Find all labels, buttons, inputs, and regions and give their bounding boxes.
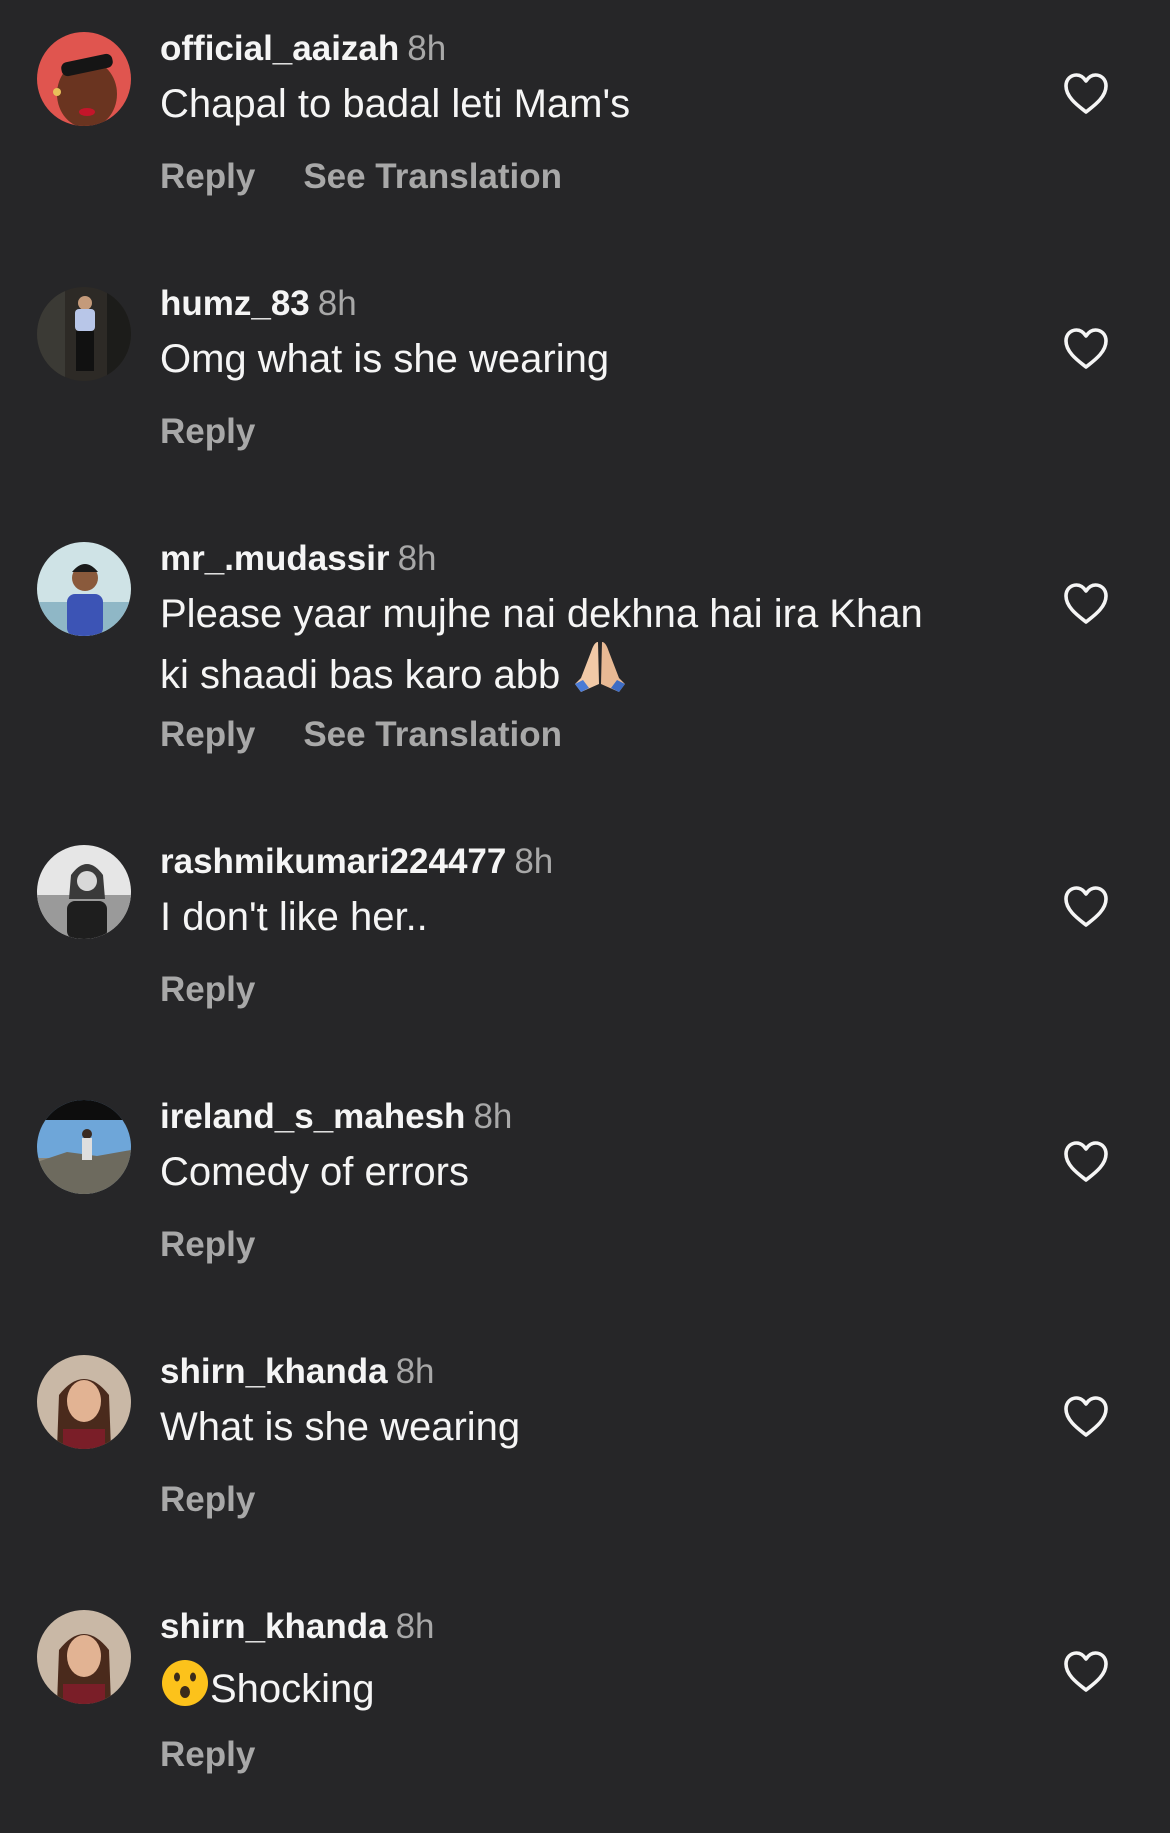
comment-text: Please yaar mujhe nai dekhna hai ira Kha…	[160, 590, 980, 699]
heart-outline-icon[interactable]	[1062, 1140, 1110, 1184]
comment-header: humz_83 8h	[160, 283, 357, 325]
comment-text: What is she wearing	[160, 1405, 521, 1449]
reply-button[interactable]: Reply	[160, 1224, 255, 1266]
comment-item: official_aaizah 8h Chapal to badal leti M…	[0, 0, 1170, 255]
heart-outline-icon[interactable]	[1062, 885, 1110, 929]
comment-actions: Reply	[160, 1224, 255, 1266]
avatar[interactable]	[37, 1610, 131, 1704]
comment-header: shirn_khanda 8h	[160, 1351, 435, 1393]
see-translation-button[interactable]: See Translation	[303, 156, 562, 198]
comment-text: I don't like her..	[160, 895, 428, 939]
comment-actions: Reply See Translation	[160, 714, 562, 756]
comment-text: Omg what is she wearing	[160, 337, 610, 381]
timestamp: 8h	[514, 842, 554, 881]
comment-header: mr_.mudassir 8h	[160, 538, 437, 580]
timestamp: 8h	[317, 284, 357, 323]
reply-button[interactable]: Reply	[160, 714, 255, 756]
avatar[interactable]	[37, 32, 131, 126]
comment-item: humz_83 8h Omg what is she wearing Reply	[0, 255, 1170, 510]
see-translation-button[interactable]: See Translation	[303, 714, 562, 756]
hushed-face-emoji	[162, 1660, 208, 1706]
username-link[interactable]: humz_83	[160, 284, 310, 323]
reply-button[interactable]: Reply	[160, 156, 255, 198]
heart-outline-icon[interactable]	[1062, 72, 1110, 116]
heart-outline-icon[interactable]	[1062, 582, 1110, 626]
comment-actions: Reply See Translation	[160, 156, 562, 198]
heart-outline-icon[interactable]	[1062, 1395, 1110, 1439]
comment-item: ireland_s_mahesh 8h Comedy of errors Repl…	[0, 1068, 1170, 1323]
avatar[interactable]	[37, 1100, 131, 1194]
timestamp: 8h	[397, 539, 437, 578]
comment-text-line: Please yaar mujhe nai dekhna hai ira Kha…	[160, 592, 923, 636]
comment-item: shirn_khanda 8h Shocking Reply	[0, 1578, 1170, 1833]
comment-header: official_aaizah 8h	[160, 28, 446, 70]
comment-actions: Reply	[160, 411, 255, 453]
comment-item: rashmikumari224477 8h I don't like her.. …	[0, 813, 1170, 1068]
comment-header: shirn_khanda 8h	[160, 1606, 435, 1648]
timestamp: 8h	[407, 29, 447, 68]
comment-text: Shocking	[160, 1658, 980, 1713]
comment-actions: Reply	[160, 969, 255, 1011]
reply-button[interactable]: Reply	[160, 1734, 255, 1776]
comment-text-content: Shocking	[210, 1667, 375, 1711]
timestamp: 8h	[473, 1097, 513, 1136]
avatar[interactable]	[37, 287, 131, 381]
avatar[interactable]	[37, 845, 131, 939]
username-link[interactable]: rashmikumari224477	[160, 842, 506, 881]
comment-item: shirn_khanda 8h What is she wearing Reply	[0, 1323, 1170, 1578]
username-link[interactable]: mr_.mudassir	[160, 539, 390, 578]
comment-actions: Reply	[160, 1734, 255, 1776]
reply-button[interactable]: Reply	[160, 969, 255, 1011]
timestamp: 8h	[395, 1352, 435, 1391]
folded-hands-emoji	[575, 642, 626, 692]
comment-actions: Reply	[160, 1479, 255, 1521]
reply-button[interactable]: Reply	[160, 1479, 255, 1521]
heart-outline-icon[interactable]	[1062, 1650, 1110, 1694]
reply-button[interactable]: Reply	[160, 411, 255, 453]
comment-text-line: ki shaadi bas karo abb	[160, 638, 980, 699]
avatar[interactable]	[37, 1355, 131, 1449]
timestamp: 8h	[395, 1607, 435, 1646]
comment-text-content: ki shaadi bas karo abb	[160, 653, 561, 697]
username-link[interactable]: official_aaizah	[160, 29, 399, 68]
heart-outline-icon[interactable]	[1062, 327, 1110, 371]
comment-header: ireland_s_mahesh 8h	[160, 1096, 512, 1138]
username-link[interactable]: shirn_khanda	[160, 1352, 388, 1391]
comment-item: mr_.mudassir 8h Please yaar mujhe nai dek…	[0, 510, 1170, 765]
username-link[interactable]: ireland_s_mahesh	[160, 1097, 465, 1136]
comment-text: Chapal to badal leti Mam's	[160, 82, 631, 126]
avatar[interactable]	[37, 542, 131, 636]
comment-text: Comedy of errors	[160, 1150, 469, 1194]
username-link[interactable]: shirn_khanda	[160, 1607, 388, 1646]
comment-header: rashmikumari224477 8h	[160, 841, 553, 883]
